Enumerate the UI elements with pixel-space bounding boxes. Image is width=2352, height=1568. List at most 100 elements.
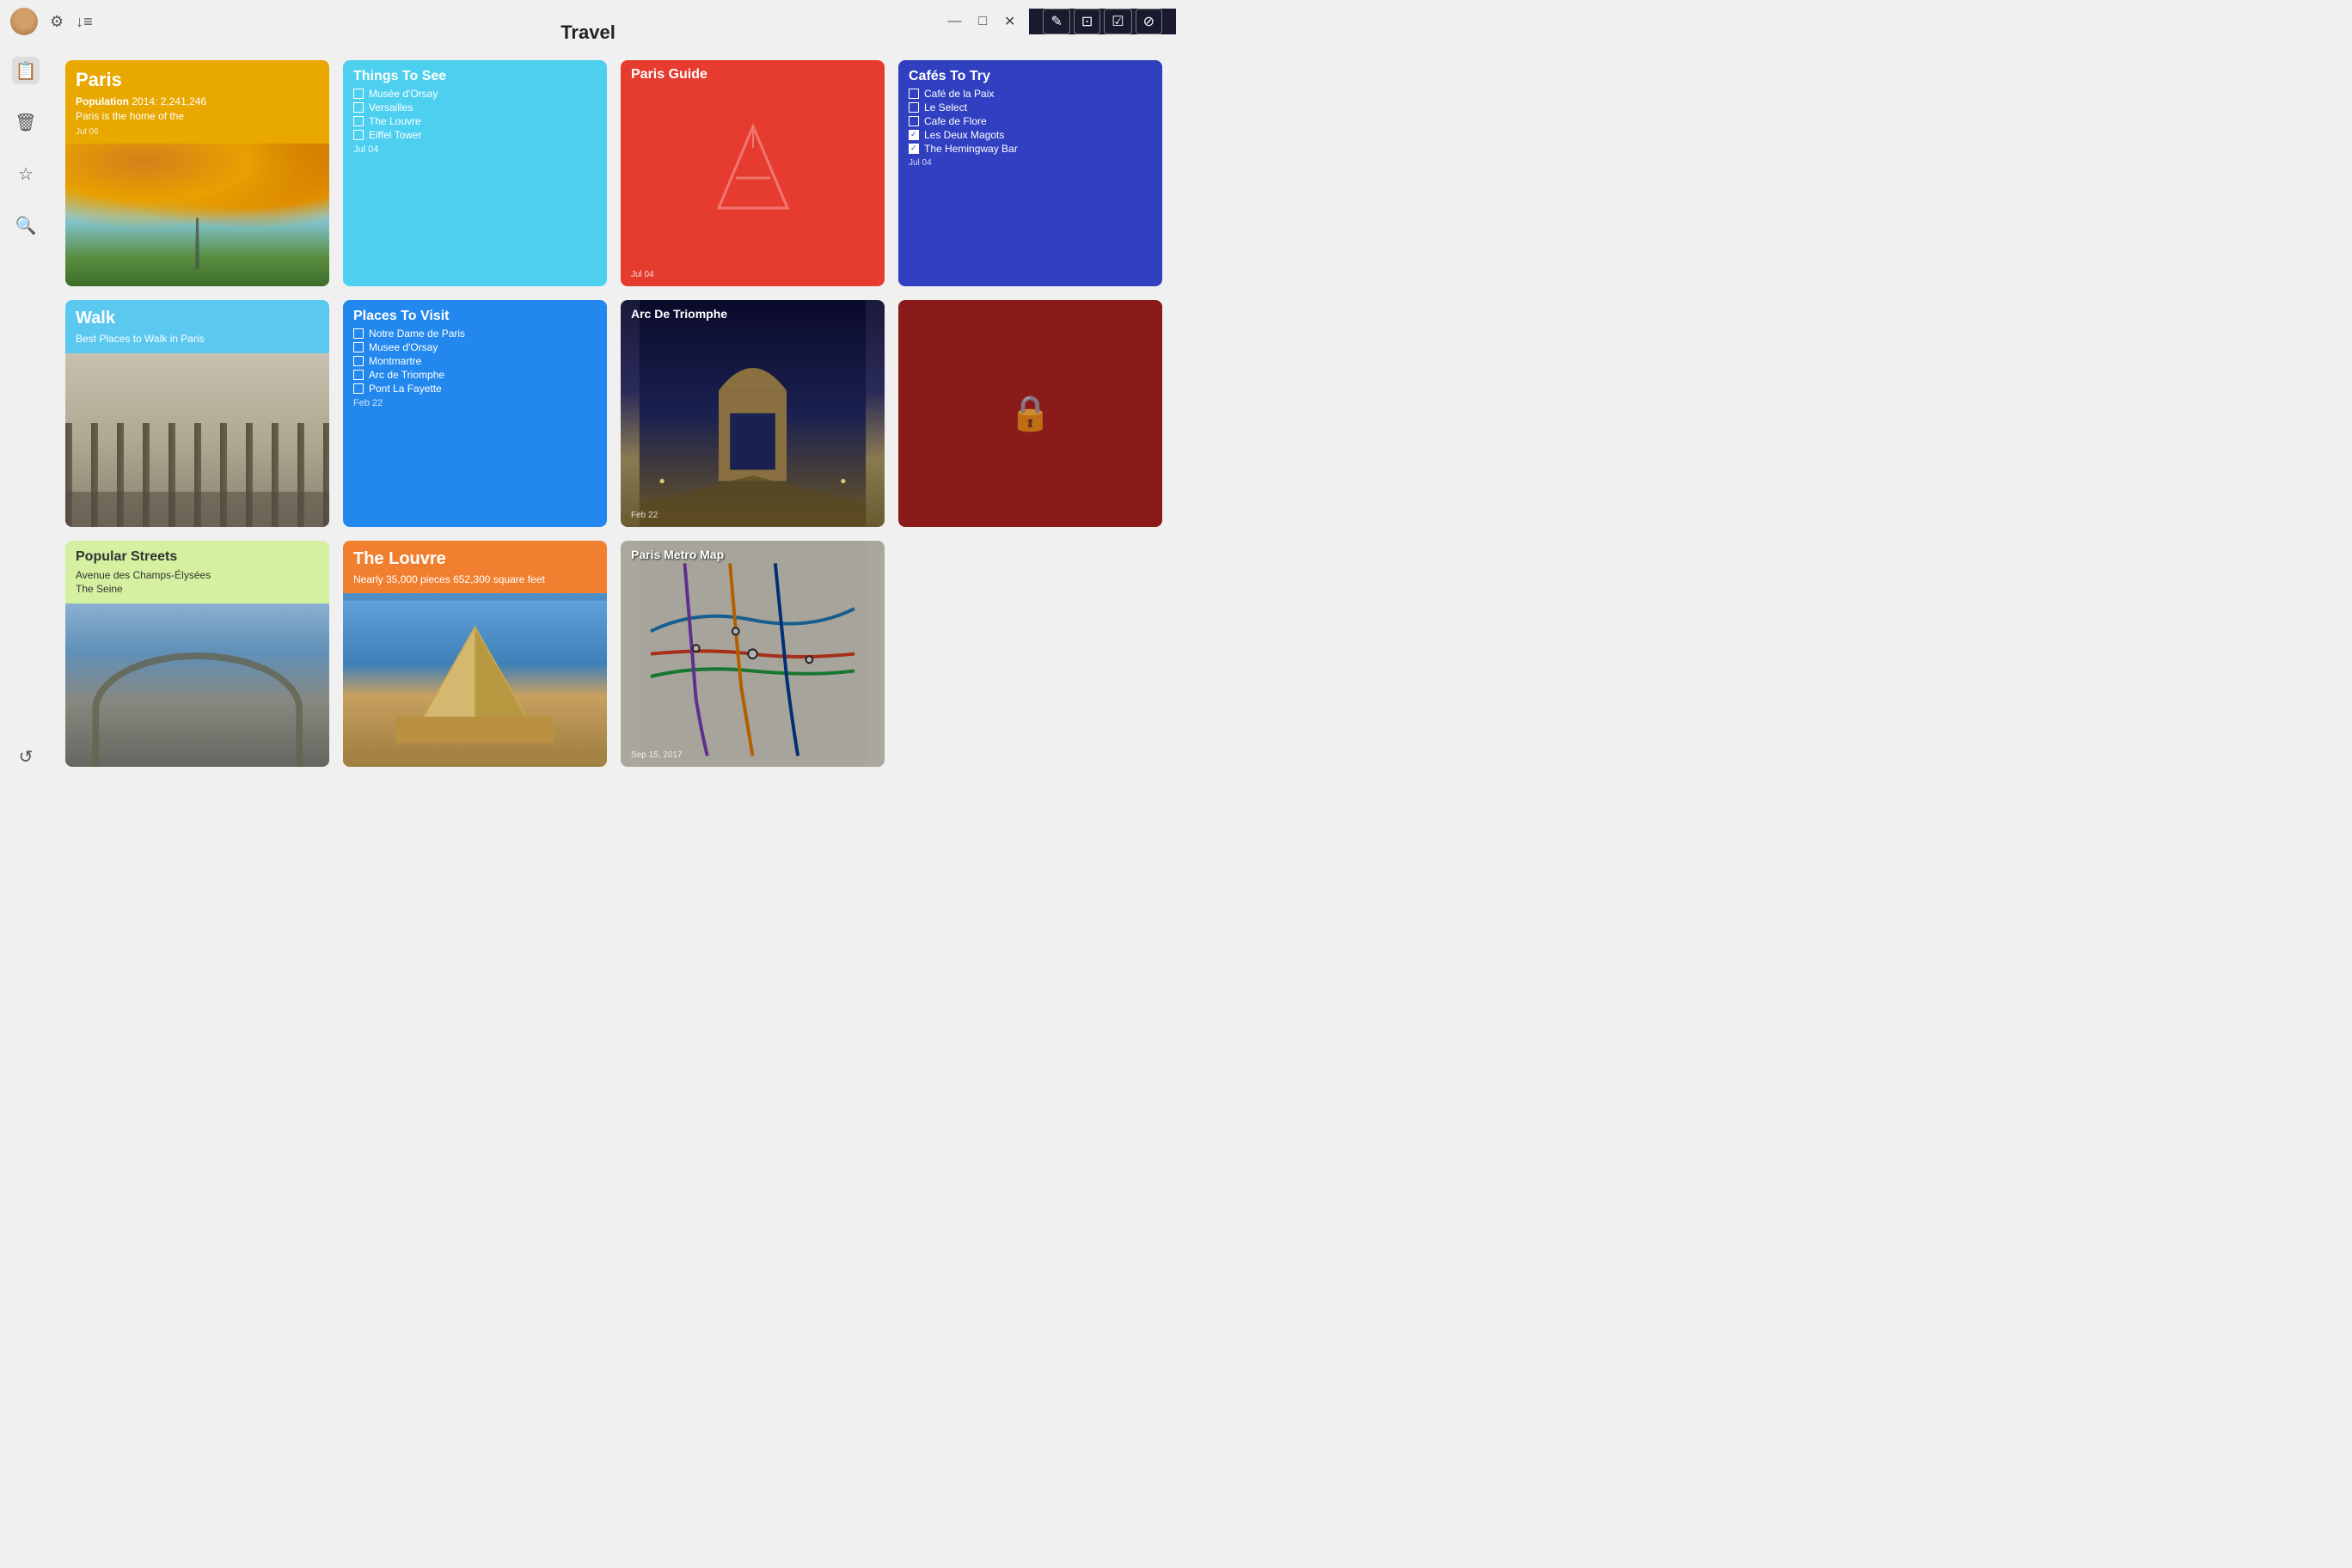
sidebar-item-star[interactable]: ☆ bbox=[12, 160, 40, 187]
check-montmartre bbox=[353, 356, 364, 366]
sidebar-item-search[interactable]: 🔍 bbox=[12, 211, 40, 239]
place-label-3: Montmartre bbox=[369, 355, 421, 367]
place-item-4: Arc de Triomphe bbox=[353, 369, 597, 381]
metro-title: Paris Metro Map bbox=[631, 548, 724, 561]
paris-guide-image bbox=[621, 60, 885, 286]
check-musee-orsay bbox=[353, 342, 364, 352]
sidebar-item-trash[interactable]: 🗑 bbox=[12, 108, 40, 136]
camera-icon[interactable]: ⊡ bbox=[1074, 9, 1100, 34]
check-musee bbox=[353, 89, 364, 99]
checklist-icon[interactable]: ☑ bbox=[1104, 9, 1131, 34]
things-label-2: Versailles bbox=[369, 101, 413, 113]
place-label-4: Arc de Triomphe bbox=[369, 369, 444, 381]
lock-icon: 🔒 bbox=[1009, 393, 1052, 433]
card-the-louvre[interactable]: The Louvre Nearly 35,000 pieces 652,300 … bbox=[343, 541, 607, 767]
locked-content: 🔒 bbox=[898, 300, 1162, 526]
check-notre-dame bbox=[353, 328, 364, 339]
cafe-label-3: Cafe de Flore bbox=[924, 115, 987, 127]
paris-guide-title: Paris Guide bbox=[631, 67, 707, 83]
paris-title: Paris bbox=[76, 69, 319, 91]
card-things-to-see[interactable]: Things To See Musée d'Orsay Versailles T… bbox=[343, 60, 607, 286]
check-hemingway bbox=[909, 144, 919, 154]
card-popular-streets[interactable]: Popular Streets Avenue des Champs-Élysée… bbox=[65, 541, 329, 767]
sort-icon[interactable]: ↓≡ bbox=[76, 13, 93, 31]
arc-image bbox=[621, 300, 885, 526]
settings-icon[interactable]: ⚙ bbox=[50, 13, 64, 31]
places-text-section: Places To Visit Notre Dame de Paris Muse… bbox=[343, 300, 607, 415]
cafe-item-5: The Hemingway Bar bbox=[909, 143, 1152, 155]
streets-image bbox=[65, 603, 329, 767]
things-item-2: Versailles bbox=[353, 101, 597, 113]
streets-body: Avenue des Champs-Élysées The Seine bbox=[76, 568, 319, 597]
cafes-date: Jul 04 bbox=[909, 158, 1152, 168]
avatar[interactable] bbox=[10, 8, 38, 35]
main-grid: Paris Population 2014: 2,241,246 Paris i… bbox=[52, 43, 1176, 784]
close-button[interactable]: ✕ bbox=[1004, 13, 1015, 30]
things-item-1: Musée d'Orsay bbox=[353, 88, 597, 100]
metro-date: Sep 15, 2017 bbox=[631, 750, 683, 760]
places-title: Places To Visit bbox=[353, 309, 597, 324]
card-paris-metro[interactable]: Paris Metro Map Sep 15, 2017 bbox=[621, 541, 885, 767]
things-checklist: Musée d'Orsay Versailles The Louvre Eiff… bbox=[353, 88, 597, 141]
louvre-body: Nearly 35,000 pieces 652,300 square feet bbox=[353, 573, 597, 587]
card-cafes-to-try[interactable]: Cafés To Try Café de la Paix Le Select C… bbox=[898, 60, 1162, 286]
header: ⚙ ↓≡ Travel — □ ✕ ✎ ⊡ ☑ ⊘ bbox=[0, 0, 1176, 43]
louvre-text-section: The Louvre Nearly 35,000 pieces 652,300 … bbox=[343, 541, 607, 594]
card-arc-de-triomphe[interactable]: Arc De Triomphe Feb 22 bbox=[621, 300, 885, 526]
toolbar: ✎ ⊡ ☑ ⊘ bbox=[1029, 9, 1176, 34]
louvre-title: The Louvre bbox=[353, 549, 597, 569]
paris-population-label: Population bbox=[76, 95, 129, 107]
sidebar-item-bookmark[interactable]: 📋 bbox=[12, 57, 40, 84]
paris-population-value: 2014: 2,241,246 bbox=[132, 95, 206, 107]
things-label-3: The Louvre bbox=[369, 115, 421, 127]
eiffel-arch-shape bbox=[92, 652, 303, 767]
header-left: ⚙ ↓≡ bbox=[0, 8, 103, 35]
check-eiffel bbox=[353, 130, 364, 140]
streets-line-2: The Seine bbox=[76, 582, 319, 597]
things-item-4: Eiffel Tower bbox=[353, 129, 597, 141]
things-label-1: Musée d'Orsay bbox=[369, 88, 438, 100]
cafe-label-1: Café de la Paix bbox=[924, 88, 994, 100]
streets-line-1: Avenue des Champs-Élysées bbox=[76, 568, 319, 583]
check-cafe-flore bbox=[909, 116, 919, 126]
paris-image bbox=[65, 144, 329, 287]
minimize-button[interactable]: — bbox=[947, 14, 961, 29]
things-label-4: Eiffel Tower bbox=[369, 129, 422, 141]
cafe-item-3: Cafe de Flore bbox=[909, 115, 1152, 127]
streets-text-section: Popular Streets Avenue des Champs-Élysée… bbox=[65, 541, 329, 604]
streets-title: Popular Streets bbox=[76, 549, 319, 565]
things-item-3: The Louvre bbox=[353, 115, 597, 127]
check-le-select bbox=[909, 102, 919, 113]
place-item-2: Musee d'Orsay bbox=[353, 341, 597, 353]
paris-description: Paris is the home of the bbox=[76, 110, 184, 122]
card-paris[interactable]: Paris Population 2014: 2,241,246 Paris i… bbox=[65, 60, 329, 286]
walk-body: Best Places to Walk in Paris bbox=[76, 332, 319, 346]
place-label-5: Pont La Fayette bbox=[369, 383, 442, 395]
edit-icon[interactable]: ✎ bbox=[1043, 9, 1069, 34]
walk-image bbox=[65, 353, 329, 527]
cafe-label-2: Le Select bbox=[924, 101, 967, 113]
walk-title: Walk bbox=[76, 309, 319, 328]
check-pont-lafayette bbox=[353, 383, 364, 394]
card-paris-guide[interactable]: Jul 04 Paris Guide bbox=[621, 60, 885, 286]
places-checklist: Notre Dame de Paris Musee d'Orsay Montma… bbox=[353, 328, 597, 395]
header-right: — □ ✕ ✎ ⊡ ☑ ⊘ bbox=[934, 9, 1176, 34]
cafes-checklist: Café de la Paix Le Select Cafe de Flore … bbox=[909, 88, 1152, 155]
walk-text-section: Walk Best Places to Walk in Paris bbox=[65, 300, 329, 353]
card-places-to-visit[interactable]: Places To Visit Notre Dame de Paris Muse… bbox=[343, 300, 607, 526]
cafes-text-section: Cafés To Try Café de la Paix Le Select C… bbox=[898, 60, 1162, 175]
attachment-icon[interactable]: ⊘ bbox=[1136, 9, 1162, 34]
louvre-image bbox=[343, 593, 607, 767]
place-item-5: Pont La Fayette bbox=[353, 383, 597, 395]
arc-date: Feb 22 bbox=[631, 511, 658, 520]
card-locked[interactable]: 🔒 bbox=[898, 300, 1162, 526]
card-walk[interactable]: Walk Best Places to Walk in Paris bbox=[65, 300, 329, 526]
check-arc-triomphe bbox=[353, 370, 364, 380]
metro-image bbox=[621, 541, 885, 767]
sidebar: 📋 🗑 ☆ 🔍 ↺ bbox=[0, 43, 52, 784]
louvre-photo bbox=[343, 593, 607, 767]
places-date: Feb 22 bbox=[353, 398, 597, 408]
things-title: Things To See bbox=[353, 69, 597, 84]
maximize-button[interactable]: □ bbox=[978, 14, 987, 29]
sidebar-item-sync[interactable]: ↺ bbox=[12, 743, 40, 770]
